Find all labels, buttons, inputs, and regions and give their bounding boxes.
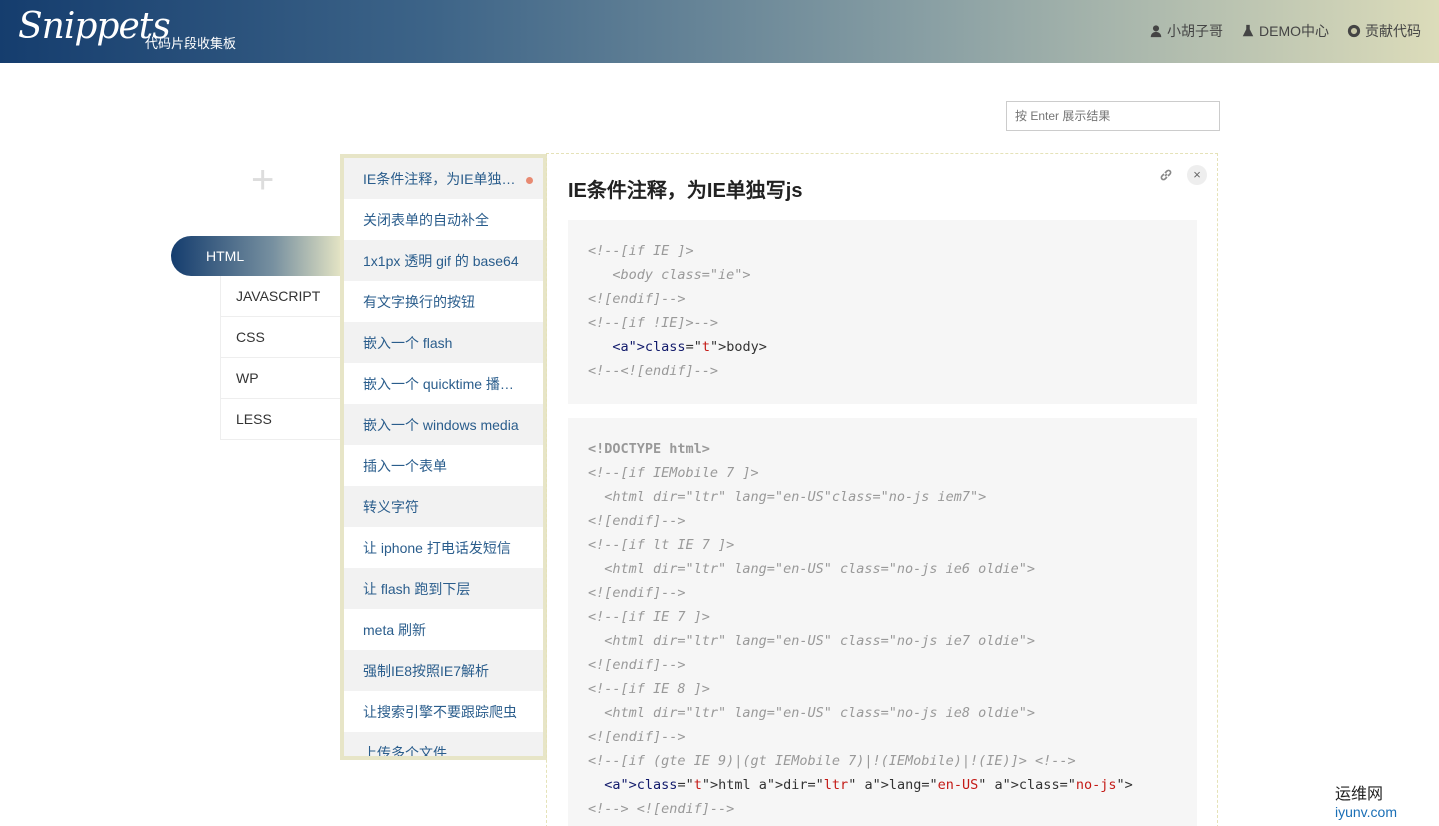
code-line: <![endif]--> xyxy=(588,513,686,529)
snippet-label: 转义字符 xyxy=(363,498,419,515)
snippet-label: 嵌入一个 quicktime 播放器 xyxy=(363,375,523,392)
code-line: <!--[if IE 8 ]> xyxy=(588,681,710,697)
code-line: <!--[if !IE]>--> xyxy=(588,315,719,331)
snippet-list[interactable]: IE条件注释，为IE单独写js 关闭表单的自动补全 1x1px 透明 gif 的… xyxy=(340,154,547,760)
snippet-label: 插入一个表单 xyxy=(363,457,447,474)
snippet-item[interactable]: 强制IE8按照IE7解析 xyxy=(344,650,543,691)
code-line: <![endif]--> xyxy=(588,657,686,673)
snippet-item[interactable]: 插入一个表单 xyxy=(344,445,543,486)
code-line: <html dir="ltr" lang="en-US" class="no-j… xyxy=(588,561,1036,577)
snippet-label: meta 刷新 xyxy=(363,621,427,638)
snippet-label: 让 iphone 打电话发短信 xyxy=(363,539,511,556)
snippet-label: 强制IE8按照IE7解析 xyxy=(363,662,490,679)
code-line: <!--<![endif]--> xyxy=(588,363,719,379)
snippet-item[interactable]: 让 flash 跑到下层 xyxy=(344,568,543,609)
watermark-url: iyunv.com xyxy=(1335,804,1397,820)
code-line: <a">class="t">html a">dir="ltr" a">lang=… xyxy=(588,777,1133,793)
code-line: <!--[if lt IE 7 ]> xyxy=(588,537,735,553)
nav-author-label: 小胡子哥 xyxy=(1167,23,1223,39)
code-line: <![endif]--> xyxy=(588,291,686,307)
code-line: <!DOCTYPE html> xyxy=(588,441,710,457)
category-css[interactable]: CSS xyxy=(220,317,341,358)
snippet-label: IE条件注释，为IE单独写js xyxy=(363,170,523,187)
top-nav: 小胡子哥 DEMO中心 贡献代码 xyxy=(1149,21,1421,41)
snippet-item[interactable]: 关闭表单的自动补全 xyxy=(344,199,543,240)
tagline: 代码片段收集板 xyxy=(145,36,237,51)
snippet-title: IE条件注释，为IE单独写js xyxy=(568,180,803,202)
watermark-text: 运维网 xyxy=(1335,786,1384,803)
search-input[interactable] xyxy=(1006,101,1220,131)
category-list: HTML JAVASCRIPT CSS WP LESS xyxy=(171,236,341,440)
nav-contribute[interactable]: 贡献代码 xyxy=(1347,21,1421,41)
snippet-item[interactable]: 嵌入一个 quicktime 播放器 xyxy=(344,363,543,404)
snippet-item[interactable]: 1x1px 透明 gif 的 base64 xyxy=(344,240,543,281)
header: Snippets 代码片段收集板 小胡子哥 DEMO中心 贡献代码 xyxy=(0,0,1439,63)
nav-demo[interactable]: DEMO中心 xyxy=(1241,21,1329,41)
nav-contribute-label: 贡献代码 xyxy=(1365,23,1421,39)
code-line: <a">class="t">body> xyxy=(588,339,767,355)
close-icon[interactable]: × xyxy=(1187,165,1207,185)
code-line: <!--[if IE 7 ]> xyxy=(588,609,710,625)
snippet-item[interactable]: 让搜索引擎不要跟踪爬虫 xyxy=(344,691,543,732)
snippet-label: 让 flash 跑到下层 xyxy=(363,580,471,597)
link-icon[interactable] xyxy=(1158,167,1174,183)
snippet-item-active[interactable]: IE条件注释，为IE单独写js xyxy=(344,158,543,199)
snippet-item[interactable]: 有文字换行的按钮 xyxy=(344,281,543,322)
code-line: <![endif]--> xyxy=(588,585,686,601)
nav-demo-label: DEMO中心 xyxy=(1259,23,1329,39)
snippet-item[interactable]: 转义字符 xyxy=(344,486,543,527)
add-icon[interactable]: + xyxy=(251,160,274,200)
code-line: <!--[if IEMobile 7 ]> xyxy=(588,465,759,481)
snippet-label: 嵌入一个 windows media xyxy=(363,416,519,433)
code-line: <body class="ie"> xyxy=(588,267,751,283)
code-line: <html dir="ltr" lang="en-US" class="no-j… xyxy=(588,705,1036,721)
watermark: 运维网 iyunv.com xyxy=(1335,780,1397,820)
code-line: <html dir="ltr" lang="en-US" class="no-j… xyxy=(588,633,1036,649)
snippet-item[interactable]: 上传多个文件 xyxy=(344,732,543,760)
snippet-label: 嵌入一个 flash xyxy=(363,334,453,351)
github-icon xyxy=(1347,24,1361,38)
category-less[interactable]: LESS xyxy=(220,399,341,440)
snippet-label: 有文字换行的按钮 xyxy=(363,293,475,310)
code-line: <!--[if IE ]> xyxy=(588,243,694,259)
category-wp[interactable]: WP xyxy=(220,358,341,399)
code-line: <![endif]--> xyxy=(588,729,686,745)
snippet-item[interactable]: meta 刷新 xyxy=(344,609,543,650)
category-html[interactable]: HTML xyxy=(171,236,341,276)
code-line: <!--[if (gte IE 9)|(gt IEMobile 7)|!(IEM… xyxy=(588,753,1076,769)
snippet-label: 让搜索引擎不要跟踪爬虫 xyxy=(363,703,517,720)
snippet-label: 1x1px 透明 gif 的 base64 xyxy=(363,252,519,269)
code-block-1: <!--[if IE ]> <body class="ie"> <![endif]… xyxy=(568,220,1197,404)
category-javascript[interactable]: JAVASCRIPT xyxy=(220,276,341,317)
code-block-2: <!DOCTYPE html> <!--[if IEMobile 7 ]> <ht… xyxy=(568,418,1197,826)
snippet-item[interactable]: 嵌入一个 flash xyxy=(344,322,543,363)
code-line: <!--> <![endif]--> xyxy=(588,801,735,817)
snippet-label: 关闭表单的自动补全 xyxy=(363,211,489,228)
snippet-item[interactable]: 嵌入一个 windows media xyxy=(344,404,543,445)
snippet-detail: IE条件注释，为IE单独写js × <!--[if IE ]> <body cl… xyxy=(546,153,1218,826)
code-line: <html dir="ltr" lang="en-US"class="no-js… xyxy=(588,489,987,505)
flask-icon xyxy=(1242,24,1254,37)
user-icon xyxy=(1150,25,1162,38)
nav-author[interactable]: 小胡子哥 xyxy=(1149,21,1223,41)
active-dot-icon xyxy=(526,177,533,184)
snippet-item[interactable]: 让 iphone 打电话发短信 xyxy=(344,527,543,568)
snippet-label: 上传多个文件 xyxy=(363,744,447,760)
